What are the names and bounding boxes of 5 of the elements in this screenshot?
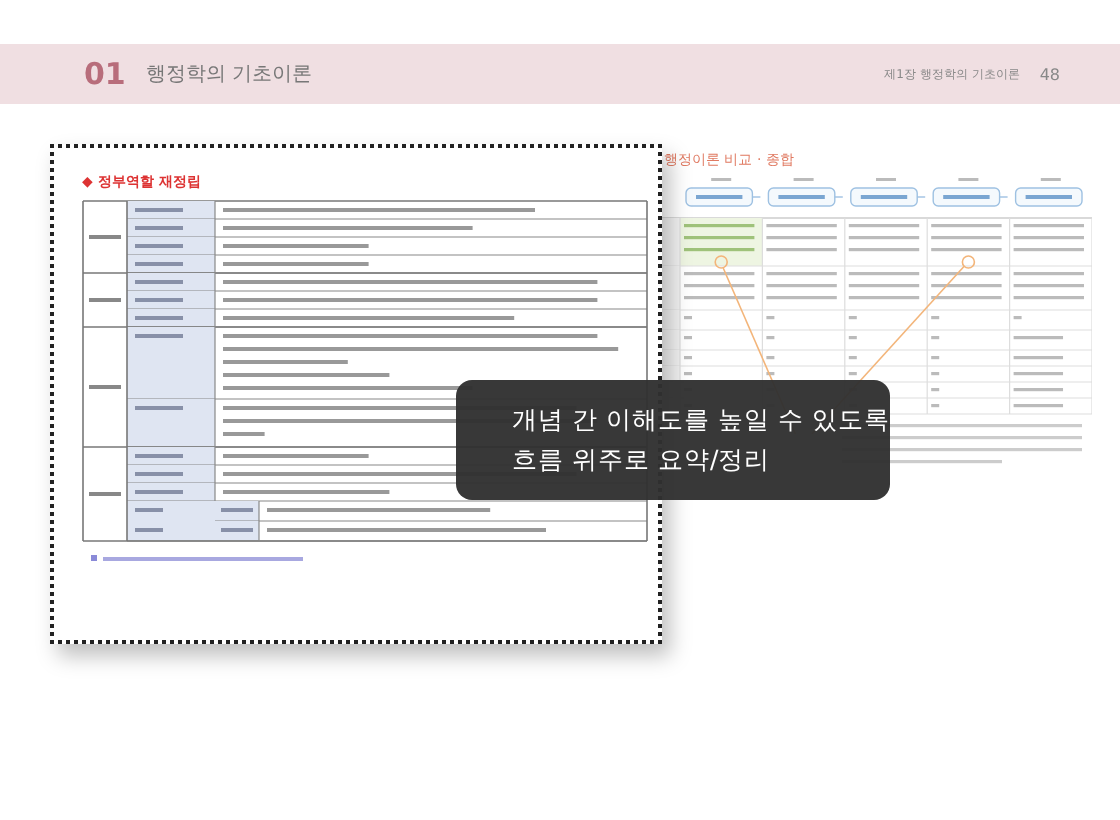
chapter-title: 행정학의 기초이론 [145,62,313,88]
callout-text: 개념 간 이해도를 높일 수 있도록 [512,403,890,437]
chapter-number: 01 [84,56,126,92]
page-number: 48 [1039,65,1060,83]
callout-text: 흐름 위주로 요약/정리 [512,443,771,477]
